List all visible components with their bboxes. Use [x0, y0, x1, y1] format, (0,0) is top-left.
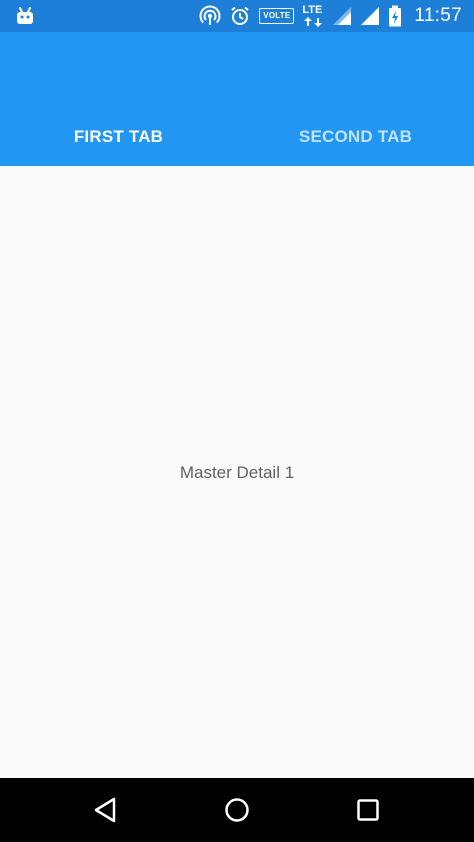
lte-icon: LTE: [302, 4, 324, 28]
alarm-icon: [229, 5, 251, 27]
android-notification-icon: [14, 5, 36, 27]
back-button[interactable]: [90, 794, 122, 826]
lte-label: LTE: [302, 4, 323, 16]
back-icon: [94, 797, 116, 823]
volte-badge: VOLTE: [259, 8, 295, 24]
home-button[interactable]: [221, 794, 253, 826]
status-time: 11:57: [414, 5, 462, 26]
battery-charging-icon: [388, 5, 402, 27]
tab-bar: FIRST TAB SECOND TAB: [0, 108, 474, 168]
navigation-bar: [0, 778, 474, 842]
content-area: Master Detail 1: [0, 166, 474, 778]
signal-icon: [332, 6, 352, 26]
tab-second[interactable]: SECOND TAB: [237, 108, 474, 166]
recents-button[interactable]: [352, 794, 384, 826]
master-detail-text: Master Detail 1: [179, 463, 295, 482]
status-icons: VOLTE LTE 11:57: [199, 0, 474, 32]
app-bar: FIRST TAB SECOND TAB: [0, 32, 474, 168]
app-screen: VOLTE LTE 11:57 FIRST TAB SECOND TAB Mas…: [0, 0, 474, 842]
status-bar: VOLTE LTE 11:57: [0, 0, 474, 32]
tab-first[interactable]: FIRST TAB: [0, 108, 237, 166]
home-icon: [225, 798, 249, 822]
recents-icon: [357, 799, 379, 821]
signal-icon: [360, 6, 380, 26]
hotspot-icon: [199, 5, 221, 27]
